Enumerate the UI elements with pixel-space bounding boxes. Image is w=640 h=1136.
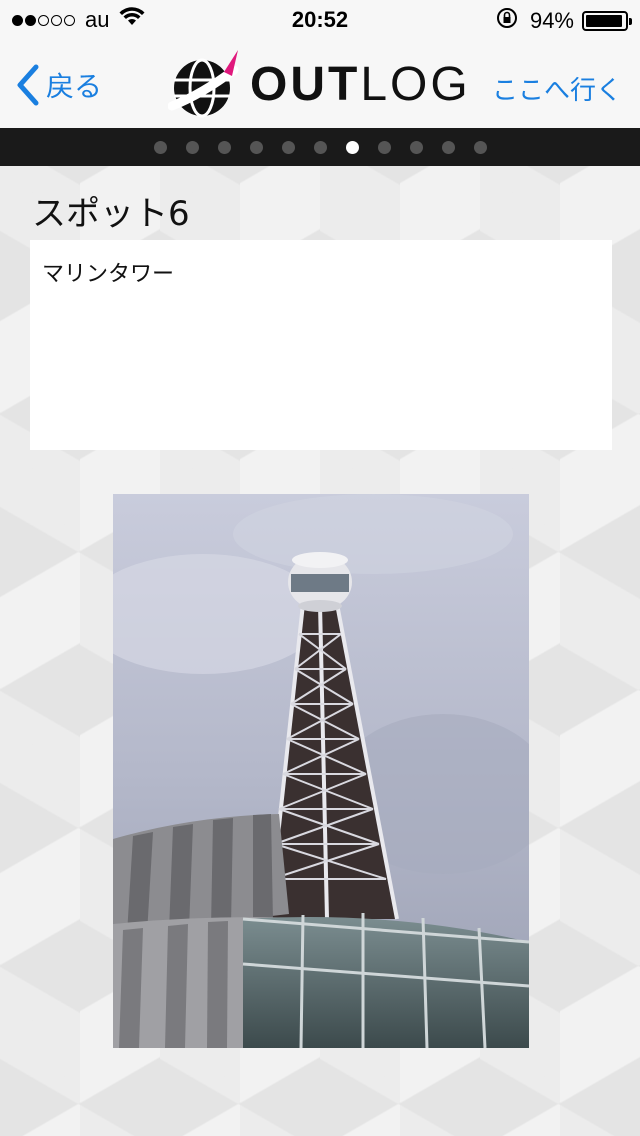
- spot-title: スポット6: [32, 194, 190, 234]
- page-dot[interactable]: [281, 140, 295, 154]
- page-dot[interactable]: [153, 140, 167, 154]
- spot-description-box: マリンタワー: [30, 240, 612, 450]
- page-dot[interactable]: [217, 140, 231, 154]
- back-button[interactable]: 戻る: [16, 64, 102, 106]
- spot-photo: [113, 494, 529, 1048]
- logo-text: OUTLOG: [250, 57, 471, 112]
- back-label: 戻る: [46, 70, 103, 103]
- page-dot[interactable]: [441, 140, 455, 154]
- page-dot[interactable]: [377, 140, 391, 154]
- page-dot[interactable]: [249, 140, 263, 154]
- status-bar: au 20:52 94%: [0, 0, 640, 40]
- page-indicator[interactable]: [0, 128, 640, 166]
- page-dot-active[interactable]: [345, 140, 359, 154]
- globe-logo-icon: [168, 50, 239, 118]
- navigation-bar: 戻る OUTLOG ここへ行く: [0, 40, 640, 128]
- page-dot[interactable]: [409, 140, 423, 154]
- page-dot[interactable]: [185, 140, 199, 154]
- page-dot[interactable]: [313, 140, 327, 154]
- page-dot[interactable]: [473, 140, 487, 154]
- go-here-button[interactable]: ここへ行く: [492, 70, 622, 107]
- app-logo: OUTLOG: [168, 48, 471, 120]
- chevron-left-icon: [17, 64, 39, 106]
- status-right: 94%: [496, 7, 632, 35]
- battery-percent: 94%: [529, 8, 574, 33]
- logo-text-log: LOG: [360, 57, 471, 111]
- spot-description: マリンタワー: [42, 262, 175, 287]
- battery-icon: [582, 11, 632, 31]
- logo-text-out: OUT: [250, 57, 361, 111]
- rotation-lock-icon: [496, 7, 518, 35]
